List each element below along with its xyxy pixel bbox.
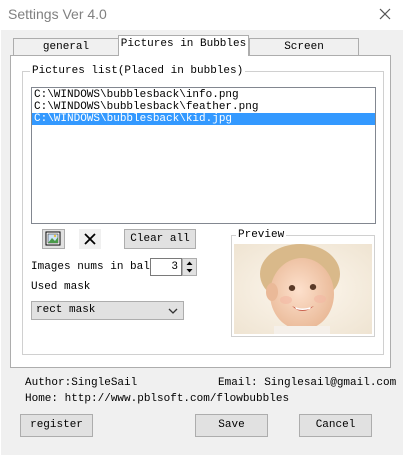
cancel-button[interactable]: Cancel — [299, 414, 372, 437]
clear-all-label: Clear all — [130, 233, 190, 245]
list-item[interactable]: C:\WINDOWS\bubblesback\kid.jpg — [32, 113, 375, 125]
delete-x-icon — [84, 233, 96, 245]
mask-select[interactable]: rect mask — [31, 301, 184, 320]
used-mask-label: Used mask — [31, 281, 91, 293]
save-button[interactable]: Save — [195, 414, 268, 437]
images-nums-input[interactable]: 3 — [150, 258, 182, 276]
preview-label: Preview — [236, 229, 287, 241]
list-item[interactable]: C:\WINDOWS\bubblesback\feather.png — [32, 101, 375, 113]
preview-group — [231, 235, 375, 337]
close-icon[interactable] — [372, 2, 398, 26]
image-add-icon — [45, 231, 61, 246]
spin-up-icon[interactable] — [183, 259, 196, 267]
list-item[interactable]: C:\WINDOWS\bubblesback\info.png — [32, 89, 375, 101]
add-image-button[interactable] — [42, 229, 65, 249]
tab-screen-background[interactable]: Screen Background — [249, 38, 359, 69]
pictures-listbox[interactable]: C:\WINDOWS\bubblesback\info.png C:\WINDO… — [31, 87, 376, 224]
title-bar: Settings Ver 4.0 — [0, 0, 404, 30]
email-text: Email: Singlesail@gmail.com — [218, 377, 397, 389]
delete-image-button[interactable] — [79, 229, 101, 249]
save-label: Save — [218, 419, 245, 431]
pictures-list-group-label: Pictures list(Placed in bubbles) — [30, 65, 246, 77]
clear-all-button[interactable]: Clear all — [124, 229, 196, 249]
register-label: register — [30, 419, 83, 431]
images-nums-label: Images nums in ball — [31, 261, 157, 273]
home-link[interactable]: Home: http://www.pblsoft.com/flowbubbles — [25, 393, 289, 405]
register-button[interactable]: register — [20, 414, 93, 437]
spin-down-icon[interactable] — [183, 267, 196, 275]
tab-label: Pictures in Bubbles — [120, 38, 247, 50]
images-nums-spinner[interactable] — [182, 258, 197, 276]
window-title: Settings Ver 4.0 — [8, 6, 107, 22]
mask-select-value: rect mask — [36, 304, 96, 316]
author-text: Author:SingleSail — [25, 377, 138, 389]
chevron-down-icon — [168, 308, 178, 314]
cancel-label: Cancel — [315, 419, 356, 431]
tab-pictures-in-bubbles[interactable]: Pictures in Bubbles — [118, 35, 249, 56]
tab-general-settings[interactable]: general settings — [13, 38, 119, 69]
preview-image — [234, 244, 372, 334]
